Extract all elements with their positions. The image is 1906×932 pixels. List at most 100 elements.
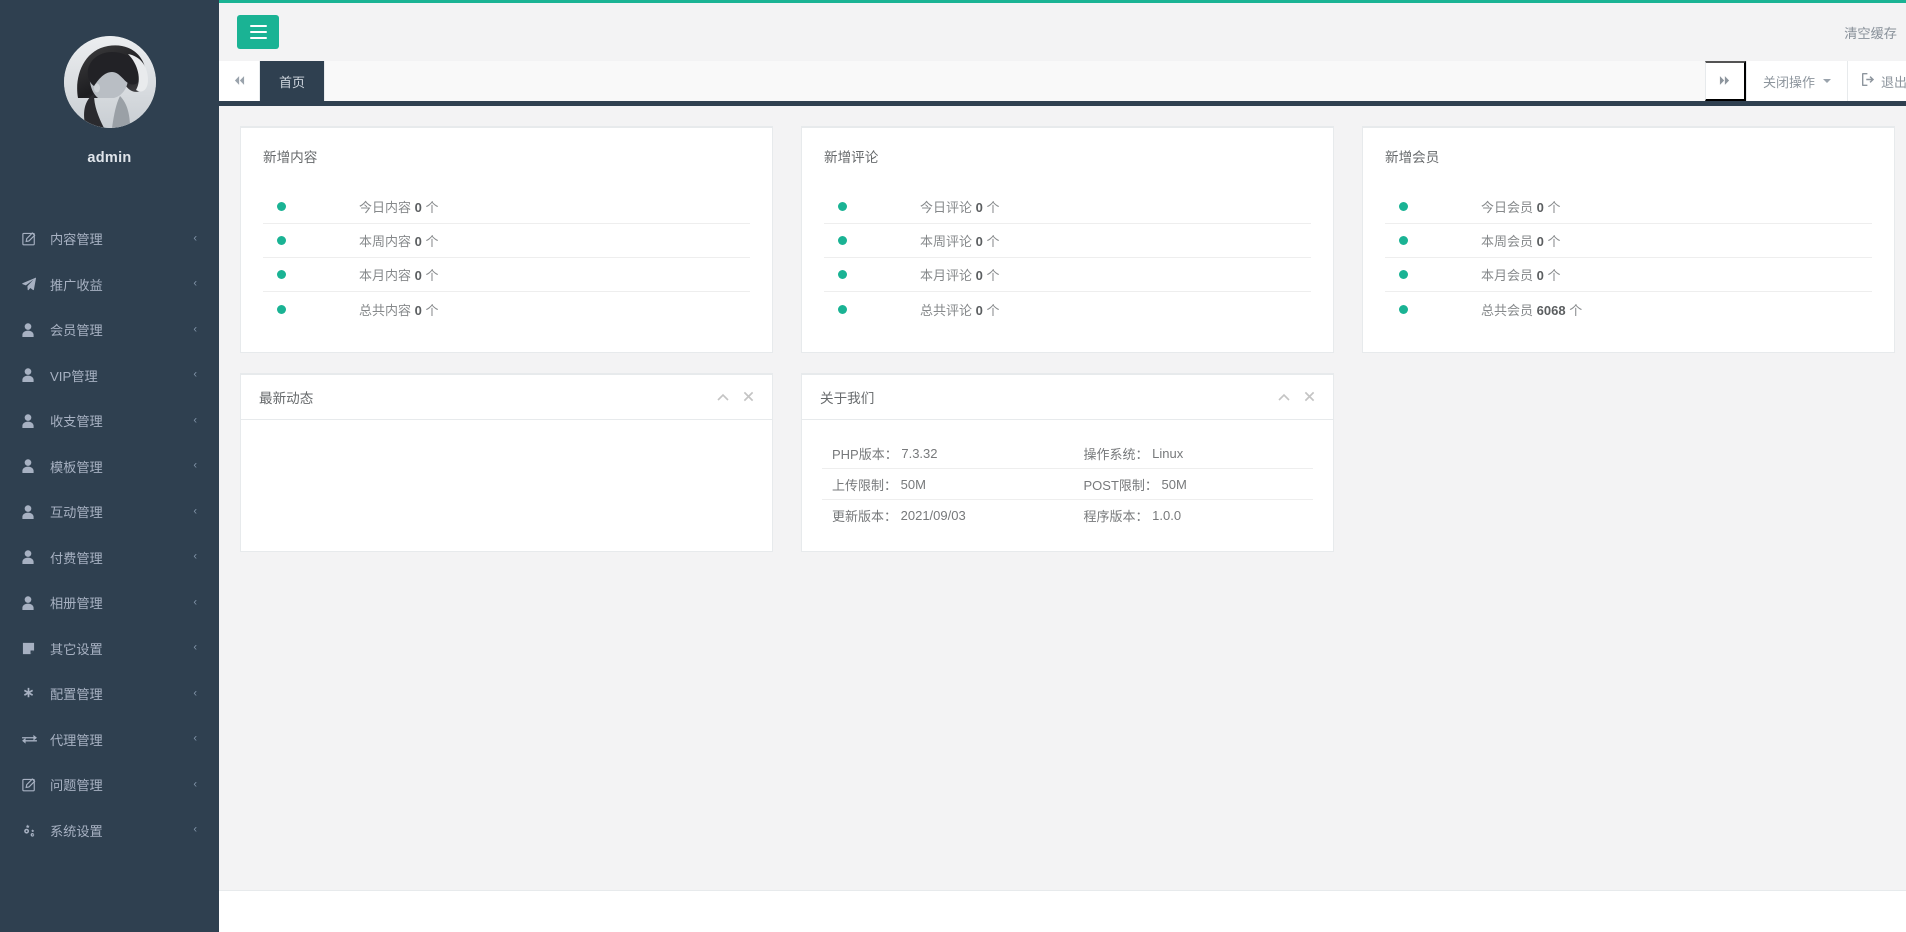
stat-row-text: 本月评论 0 个	[920, 265, 1000, 284]
sidebar-item-template-management[interactable]: 模板管理 ‹	[0, 444, 219, 490]
sidebar-item-content-management[interactable]: 内容管理 ‹	[0, 216, 219, 262]
panel-body	[241, 420, 772, 453]
logout-label: 退出	[1881, 72, 1906, 91]
sidebar-item-payment-management[interactable]: 付费管理 ‹	[0, 535, 219, 581]
status-dot-icon	[1399, 236, 1408, 245]
status-dot-icon	[277, 202, 286, 211]
sidebar-toggle-button[interactable]	[237, 15, 279, 49]
close-operations-label: 关闭操作	[1763, 72, 1815, 91]
chevron-left-icon: ‹	[193, 461, 197, 472]
stat-row: 本月评论 0 个	[824, 258, 1311, 292]
logout-button[interactable]: 退出	[1847, 61, 1906, 101]
stat-list: 今日内容 0 个 本周内容 0 个 本月内容 0 个 总共内容 0 个	[263, 190, 750, 326]
stat-row-text: 总共评论 0 个	[920, 300, 1000, 319]
sidebar-item-label: 模板管理	[50, 457, 103, 476]
sidebar-item-label: 会员管理	[50, 320, 103, 339]
close-icon[interactable]	[1304, 391, 1315, 404]
sidebar-item-promotion-income[interactable]: 推广收益 ‹	[0, 262, 219, 308]
chevron-left-icon: ‹	[193, 552, 197, 563]
sidebar-item-agent-management[interactable]: 代理管理 ‹	[0, 717, 219, 763]
panel-title: 最新动态	[259, 387, 313, 407]
status-dot-icon	[1399, 305, 1408, 314]
stat-row-text: 本周内容 0 个	[359, 231, 439, 250]
sidebar-item-label: 问题管理	[50, 775, 103, 794]
stat-row: 今日会员 0 个	[1385, 190, 1872, 224]
sidebar-item-member-management[interactable]: 会员管理 ‹	[0, 307, 219, 353]
tab-home[interactable]: 首页	[260, 61, 325, 101]
sidebar-item-label: 其它设置	[50, 639, 103, 658]
avatar[interactable]	[64, 36, 156, 128]
status-dot-icon	[838, 202, 847, 211]
sidebar-item-label: 配置管理	[50, 684, 103, 703]
stat-row: 本周评论 0 个	[824, 224, 1311, 258]
sidebar-item-label: 相册管理	[50, 593, 103, 612]
sidebar-item-label: 收支管理	[50, 411, 103, 430]
user-icon	[22, 323, 42, 337]
panel-latest-activity: 最新动态	[240, 373, 773, 552]
edit-square-icon	[22, 232, 42, 246]
content-area: 清空缓存 首页	[219, 0, 1906, 932]
chevron-up-icon[interactable]	[1278, 391, 1290, 404]
sticky-note-icon	[22, 642, 42, 655]
tab-bar-right: 关闭操作 退出	[1705, 61, 1906, 101]
status-dot-icon	[1399, 270, 1408, 279]
stat-row: 今日评论 0 个	[824, 190, 1311, 224]
status-dot-icon	[838, 270, 847, 279]
navbar-right-group: 清空缓存	[1844, 23, 1897, 42]
stat-card-title: 新增内容	[263, 146, 750, 176]
tab-scroll-prev-button[interactable]	[219, 61, 260, 101]
chevron-left-icon: ‹	[193, 233, 197, 244]
clear-cache-link[interactable]: 清空缓存	[1844, 23, 1897, 42]
stats-row: 新增内容 今日内容 0 个 本周内容 0 个 本月内容 0 个	[240, 126, 1895, 353]
close-operations-dropdown[interactable]: 关闭操作	[1746, 61, 1847, 101]
sidebar-item-income-expense-management[interactable]: 收支管理 ‹	[0, 398, 219, 444]
chevron-left-icon: ‹	[193, 825, 197, 836]
stat-row-text: 总共内容 0 个	[359, 300, 439, 319]
panel-title: 关于我们	[820, 387, 874, 407]
hamburger-icon-bar	[250, 31, 267, 33]
status-dot-icon	[838, 305, 847, 314]
gears-icon	[22, 823, 42, 837]
status-dot-icon	[838, 236, 847, 245]
tab-bar-left: 首页	[219, 61, 325, 101]
chevron-left-icon: ‹	[193, 688, 197, 699]
chevron-left-icon: ‹	[193, 597, 197, 608]
about-column-right: 操作系统： Linux POST限制： 50M 程序版本： 1.0.0	[1068, 438, 1314, 531]
stat-row-text: 本周评论 0 个	[920, 231, 1000, 250]
asterisk-icon	[22, 687, 42, 700]
close-icon[interactable]	[743, 391, 754, 404]
status-dot-icon	[277, 236, 286, 245]
user-icon	[22, 596, 42, 610]
chevron-left-icon: ‹	[193, 643, 197, 654]
profile-name: admin	[87, 150, 131, 166]
chevron-up-icon[interactable]	[717, 391, 729, 404]
panel-about-us: 关于我们 PHP版本： 7.	[801, 373, 1334, 552]
sidebar-item-vip-management[interactable]: VIP管理 ‹	[0, 353, 219, 399]
page-footer	[219, 890, 1906, 932]
chevron-left-icon: ‹	[193, 779, 197, 790]
sidebar-item-label: 系统设置	[50, 821, 103, 840]
about-row: 程序版本： 1.0.0	[1068, 500, 1314, 531]
chevron-left-icon: ‹	[193, 734, 197, 745]
sidebar-item-interaction-management[interactable]: 互动管理 ‹	[0, 489, 219, 535]
stat-row: 今日内容 0 个	[263, 190, 750, 224]
tab-scroll-next-button[interactable]	[1705, 61, 1746, 101]
stat-row: 本周内容 0 个	[263, 224, 750, 258]
panel-header: 最新动态	[241, 375, 772, 420]
chevron-left-icon: ‹	[193, 370, 197, 381]
tab-label: 首页	[279, 72, 305, 91]
about-row: 上传限制： 50M	[822, 469, 1068, 500]
sidebar-item-other-settings[interactable]: 其它设置 ‹	[0, 626, 219, 672]
user-icon	[22, 550, 42, 564]
about-row: 更新版本： 2021/09/03	[822, 500, 1068, 531]
hamburger-icon-bar	[250, 37, 267, 39]
stat-list: 今日评论 0 个 本周评论 0 个 本月评论 0 个 总共评论 0 个	[824, 190, 1311, 326]
sidebar-item-album-management[interactable]: 相册管理 ‹	[0, 580, 219, 626]
sidebar-item-issue-management[interactable]: 问题管理 ‹	[0, 762, 219, 808]
main-content: 新增内容 今日内容 0 个 本周内容 0 个 本月内容 0 个	[219, 102, 1906, 890]
about-row: POST限制： 50M	[1068, 469, 1314, 500]
sidebar-item-system-settings[interactable]: 系统设置 ‹	[0, 808, 219, 854]
sidebar-item-label: 内容管理	[50, 229, 103, 248]
about-info-grid: PHP版本： 7.3.32 上传限制： 50M 更新版本： 2021/09/03…	[822, 438, 1313, 531]
sidebar-item-config-management[interactable]: 配置管理 ‹	[0, 671, 219, 717]
